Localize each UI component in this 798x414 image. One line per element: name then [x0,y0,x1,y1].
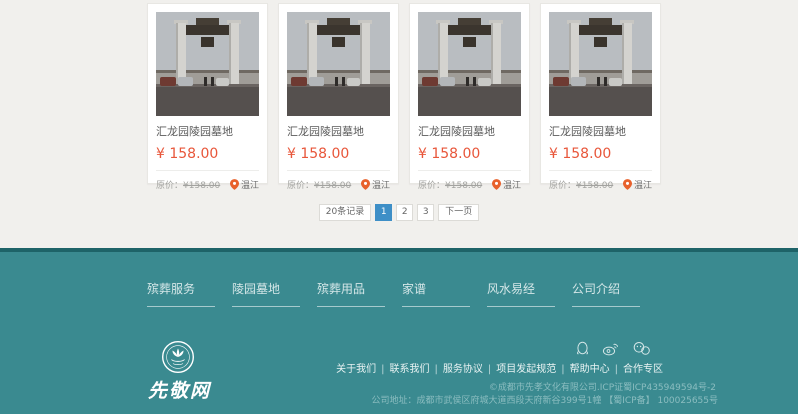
product-card[interactable]: 汇龙园陵园墓地 ¥ 158.00 原价：¥158.00 温江 [147,3,268,184]
separator: | [381,364,384,375]
cemetery-gate-photo [287,12,390,116]
footer-nav: 殡葬服务 陵园墓地 殡葬用品 家谱 风水易经 公司介绍 [147,278,657,307]
footer-nav-funeral-services[interactable]: 殡葬服务 [147,280,215,307]
divider [549,170,652,171]
copyright-line-1: ©成都市先孝文化有限公司.ICP证蜀ICP435949594号-2 [489,380,716,393]
divider [418,170,521,171]
page-button-3[interactable]: 3 [417,204,434,221]
location-label: 温江 [503,178,521,191]
qq-icon[interactable] [576,340,589,356]
lotus-emblem-icon [161,340,195,374]
footer-link-help-center[interactable]: 帮助中心 [570,364,610,375]
separator: | [488,364,491,375]
footer-link-partner-zone[interactable]: 合作专区 [623,364,663,375]
weibo-icon[interactable] [602,341,619,356]
product-card[interactable]: 汇龙园陵园墓地 ¥ 158.00 原价：¥158.00 温江 [409,3,530,184]
divider [287,170,390,171]
location-label: 温江 [372,178,390,191]
product-title[interactable]: 汇龙园陵园墓地 [549,123,652,139]
product-title[interactable]: 汇龙园陵园墓地 [156,123,259,139]
location-pin-icon [623,179,632,190]
separator: | [615,364,618,375]
cemetery-gate-photo [549,12,652,116]
product-card[interactable]: 汇龙园陵园墓地 ¥ 158.00 原价：¥158.00 温江 [278,3,399,184]
footer-link-project-rules[interactable]: 项目发起规范 [496,364,556,375]
social-icons [576,340,651,356]
location-label: 温江 [634,178,652,191]
records-count-badge: 20条记录 [319,204,371,221]
footer-link-contact[interactable]: 联系我们 [390,364,430,375]
cemetery-gate-photo [156,12,259,116]
divider [156,170,259,171]
pagination: 20条记录 1 2 3 下一页 [0,204,798,221]
location-pin-icon [361,179,370,190]
location-pin-icon [230,179,239,190]
separator: | [435,364,438,375]
footer: 殡葬服务 陵园墓地 殡葬用品 家谱 风水易经 公司介绍 先敬网 [0,248,798,414]
original-price: 原价：¥158.00 [156,178,220,191]
site-logo[interactable]: 先敬网 [148,340,208,403]
footer-link-about[interactable]: 关于我们 [336,364,376,375]
product-title[interactable]: 汇龙园陵园墓地 [287,123,390,139]
wechat-icon[interactable] [632,341,651,356]
page-button-1[interactable]: 1 [375,204,392,221]
separator: | [561,364,564,375]
location-label: 温江 [241,178,259,191]
product-price: ¥ 158.00 [418,146,521,162]
footer-nav-fengshui[interactable]: 风水易经 [487,280,555,307]
product-card[interactable]: 汇龙园陵园墓地 ¥ 158.00 原价：¥158.00 温江 [540,3,661,184]
footer-nav-funeral-supplies[interactable]: 殡葬用品 [317,280,385,307]
product-price: ¥ 158.00 [156,146,259,162]
product-price: ¥ 158.00 [549,146,652,162]
footer-nav-cemetery[interactable]: 陵园墓地 [232,280,300,307]
next-page-button[interactable]: 下一页 [438,204,479,221]
location-pin-icon [492,179,501,190]
page-button-2[interactable]: 2 [396,204,413,221]
page: 汇龙园陵园墓地 ¥ 158.00 原价：¥158.00 温江 [0,0,798,414]
footer-links: 关于我们 | 联系我们 | 服务协议 | 项目发起规范 | 帮助中心 | 合作专区 [336,360,663,375]
original-price: 原价：¥158.00 [287,178,351,191]
footer-nav-genealogy[interactable]: 家谱 [402,280,470,307]
original-price: 原价：¥158.00 [549,178,613,191]
copyright-line-2: 公司地址：成都市武侯区府城大道西段天府新谷399号1幢 【蜀ICP备】 1000… [371,393,718,406]
site-name: 先敬网 [148,376,208,403]
original-price: 原价：¥158.00 [418,178,482,191]
product-title[interactable]: 汇龙园陵园墓地 [418,123,521,139]
product-card-grid: 汇龙园陵园墓地 ¥ 158.00 原价：¥158.00 温江 [147,3,661,184]
footer-link-service-agreement[interactable]: 服务协议 [443,364,483,375]
cemetery-gate-photo [418,12,521,116]
product-price: ¥ 158.00 [287,146,390,162]
footer-nav-company-intro[interactable]: 公司介绍 [572,280,640,307]
